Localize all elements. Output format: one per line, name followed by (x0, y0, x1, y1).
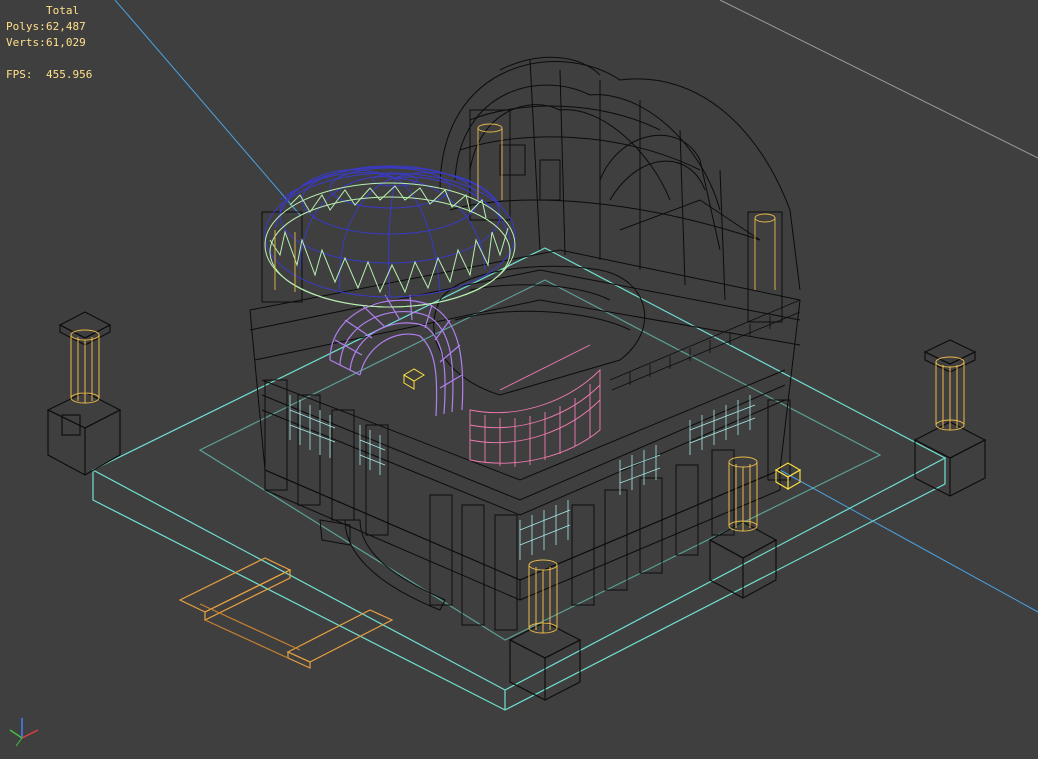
world-axis-line (779, 469, 1038, 613)
perspective-viewport[interactable]: Total Polys:62,487 Verts:61,029 FPS: 455.… (0, 0, 1038, 759)
arch-cube (403, 368, 425, 390)
wireframe-scene[interactable] (0, 0, 1038, 759)
pedestal-column-left-shaft (70, 329, 100, 404)
y-axis-down-icon (15, 737, 23, 747)
base-plinth[interactable] (91, 247, 947, 711)
axis-tripod-icon (9, 718, 39, 747)
apse-wireframe[interactable] (469, 344, 601, 467)
window-grids (289, 395, 756, 560)
pedestal-column-front-shaft (528, 559, 558, 634)
pedestal-column-right-shaft (935, 356, 965, 431)
pedestal-column-front[interactable] (508, 621, 582, 701)
world-axis-line (114, 0, 301, 216)
entrance-arch[interactable] (329, 294, 464, 417)
x-axis-icon (21, 729, 39, 739)
grid-line (719, 0, 1038, 159)
y-axis-icon (9, 729, 23, 739)
pedestal-column-front-right-shaft (728, 456, 758, 532)
